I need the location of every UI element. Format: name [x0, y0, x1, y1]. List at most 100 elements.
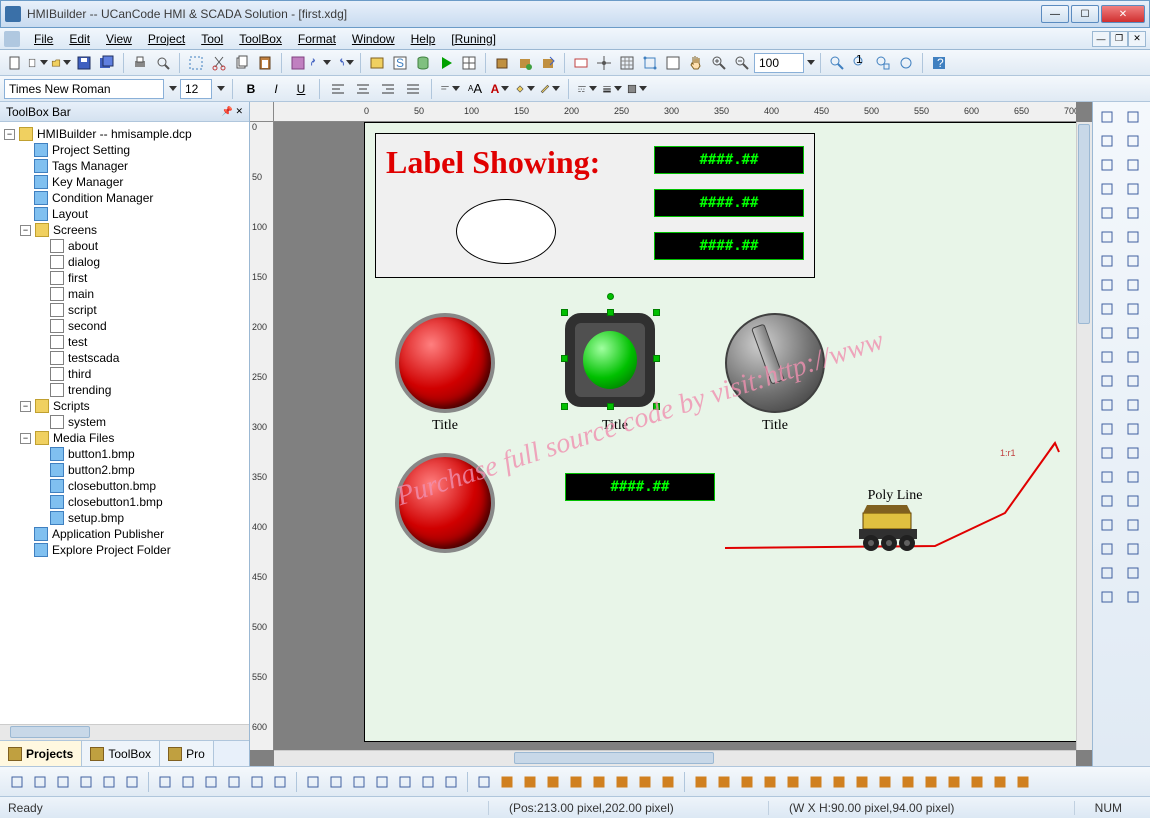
c1-button[interactable] — [897, 771, 919, 793]
speech-tool[interactable] — [1095, 298, 1119, 320]
a6-button[interactable] — [588, 771, 610, 793]
align-b-button[interactable] — [371, 771, 393, 793]
expander-icon[interactable]: − — [20, 433, 31, 444]
align-left[interactable] — [327, 78, 349, 100]
a9-button[interactable] — [657, 771, 679, 793]
label-panel[interactable]: Label Showing: ####.## ####.## ####.## — [375, 133, 815, 278]
c6-button[interactable] — [1012, 771, 1034, 793]
menu-view[interactable]: View — [100, 30, 138, 48]
b5-button[interactable] — [782, 771, 804, 793]
lock-button[interactable] — [121, 771, 143, 793]
a5-button[interactable] — [565, 771, 587, 793]
tree-item[interactable]: about — [68, 239, 98, 253]
a8-button[interactable] — [634, 771, 656, 793]
sq1-tool[interactable] — [1095, 394, 1119, 416]
align-m-button[interactable] — [348, 771, 370, 793]
chart-tool[interactable] — [1121, 586, 1145, 608]
mdi-close[interactable]: ✕ — [1128, 31, 1146, 47]
digital-display[interactable]: ####.## — [654, 146, 804, 174]
selection-handle[interactable] — [561, 355, 568, 362]
gauge-tool[interactable] — [1095, 514, 1119, 536]
selection-handle[interactable] — [607, 403, 614, 410]
lang-tool[interactable] — [1095, 466, 1119, 488]
arc-tool[interactable] — [1095, 202, 1119, 224]
save-button[interactable] — [73, 52, 95, 74]
pattern[interactable] — [626, 78, 648, 100]
mdi-restore[interactable]: ❐ — [1110, 31, 1128, 47]
tree-item[interactable]: button1.bmp — [68, 447, 135, 461]
zoom-all[interactable] — [895, 52, 917, 74]
b2-button[interactable] — [713, 771, 735, 793]
rotate-r-button[interactable] — [177, 771, 199, 793]
tab-projects[interactable]: Projects — [0, 741, 82, 766]
comp4-tool[interactable] — [1121, 562, 1145, 584]
copy-button[interactable] — [231, 52, 253, 74]
vscrollbar[interactable] — [1076, 122, 1092, 750]
pin-icon[interactable]: 📌 ✕ — [222, 106, 243, 117]
ruler-button[interactable] — [662, 52, 684, 74]
run-button[interactable] — [435, 52, 457, 74]
maximize-button[interactable]: ☐ — [1071, 5, 1099, 23]
expander-icon[interactable]: − — [4, 129, 15, 140]
globe-tool[interactable] — [1095, 490, 1119, 512]
tree-item[interactable]: second — [68, 319, 107, 333]
tree-item[interactable]: Layout — [52, 207, 88, 221]
minimize-button[interactable]: — — [1041, 5, 1069, 23]
pkg-button[interactable] — [491, 52, 513, 74]
grid-button[interactable] — [616, 52, 638, 74]
menu-project[interactable]: Project — [142, 30, 191, 48]
table-button[interactable] — [458, 52, 480, 74]
ellipse-shape[interactable] — [456, 199, 556, 264]
preview-button[interactable] — [152, 52, 174, 74]
zoomout-button[interactable] — [731, 52, 753, 74]
truck-icon[interactable] — [855, 503, 925, 553]
hscrollbar[interactable] — [274, 750, 1076, 766]
tree-item[interactable]: first — [68, 271, 87, 285]
b1-button[interactable] — [690, 771, 712, 793]
tree-item[interactable]: setup.bmp — [68, 511, 124, 525]
digital-display[interactable]: ####.## — [654, 232, 804, 260]
font-size-input[interactable] — [180, 79, 212, 99]
align-center[interactable] — [352, 78, 374, 100]
zoom-fit[interactable] — [826, 52, 848, 74]
menu-help[interactable]: Help — [405, 30, 442, 48]
c2-button[interactable] — [920, 771, 942, 793]
b3-button[interactable] — [736, 771, 758, 793]
menu-edit[interactable]: Edit — [63, 30, 96, 48]
print-button[interactable] — [129, 52, 151, 74]
arrow-tool[interactable] — [1121, 130, 1145, 152]
fill-color[interactable] — [514, 78, 536, 100]
menu-window[interactable]: Window — [346, 30, 401, 48]
menu-tool[interactable]: Tool — [195, 30, 229, 48]
layer-button[interactable] — [52, 771, 74, 793]
connector-tool[interactable] — [1095, 274, 1119, 296]
font-color[interactable]: A — [489, 78, 511, 100]
a3-button[interactable] — [519, 771, 541, 793]
c5-button[interactable] — [989, 771, 1011, 793]
italic-button[interactable]: I — [265, 78, 287, 100]
undo-button[interactable] — [310, 52, 332, 74]
ellipse-tool[interactable] — [1121, 202, 1145, 224]
tree-item[interactable]: trending — [68, 383, 111, 397]
pointer-tool[interactable] — [1095, 106, 1119, 128]
align-l-button[interactable] — [246, 771, 268, 793]
canvas-page[interactable]: Label Showing: ####.## ####.## ####.## T… — [364, 122, 1076, 742]
b8-button[interactable] — [851, 771, 873, 793]
sq4-tool[interactable] — [1121, 418, 1145, 440]
back-button[interactable] — [98, 771, 120, 793]
save-all-button[interactable] — [96, 52, 118, 74]
valign[interactable] — [439, 78, 461, 100]
menu-file[interactable]: File — [28, 30, 59, 48]
tree-item[interactable]: Tags Manager — [52, 159, 128, 173]
tree-item[interactable]: closebutton.bmp — [68, 479, 156, 493]
zoom-input[interactable] — [754, 53, 804, 73]
align-justify[interactable] — [402, 78, 424, 100]
selection-handle[interactable] — [607, 309, 614, 316]
dist-v-button[interactable] — [417, 771, 439, 793]
plus-tool[interactable] — [1095, 154, 1119, 176]
b7-button[interactable] — [828, 771, 850, 793]
mdi-minimize[interactable]: — — [1092, 31, 1110, 47]
zoom-100[interactable]: 1 — [849, 52, 871, 74]
menu-toolbox[interactable]: ToolBox — [233, 30, 288, 48]
ellipse2-tool[interactable] — [1095, 370, 1119, 392]
